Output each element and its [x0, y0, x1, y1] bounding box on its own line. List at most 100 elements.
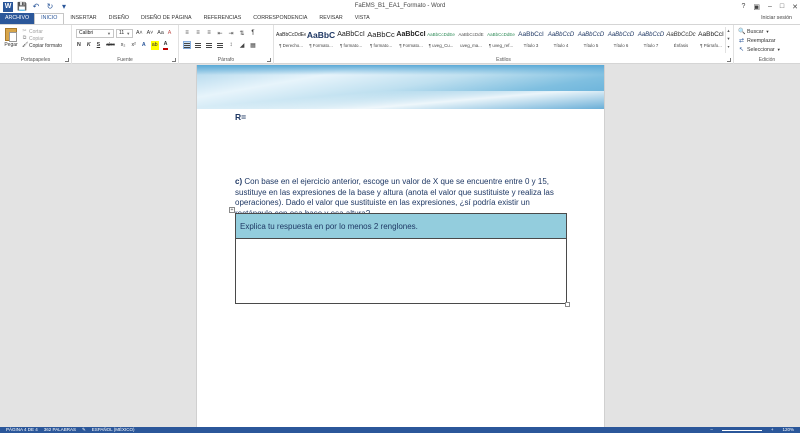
zoom-in-icon[interactable]: + [771, 427, 774, 433]
customize-icon[interactable]: ▾ [59, 2, 69, 12]
style-tile[interactable]: AaBbCcI ¶ Formato... [396, 27, 426, 53]
clear-formatting-button[interactable]: A [167, 29, 173, 38]
underline-button[interactable]: S [96, 41, 102, 50]
style-tile[interactable]: AaBbCcI ¶ Párrafo... [696, 27, 726, 53]
style-name: ¶ uveg_Cu... [428, 43, 454, 48]
quick-access-toolbar: W 💾 ↶ ↻ ▾ [0, 0, 69, 13]
align-left-icon[interactable] [183, 41, 191, 49]
style-sample: AaBbCcDc [666, 32, 696, 38]
style-tile[interactable]: AaBbCcI ¶ formato... [336, 27, 366, 53]
bullets-icon[interactable]: ≡ [183, 29, 191, 37]
borders-icon[interactable]: ▦ [249, 41, 257, 49]
style-tile[interactable]: AaBbCcD Título 6 [606, 27, 636, 53]
signin-link[interactable]: Iniciar sesión [761, 13, 792, 24]
tab-correspondencia[interactable]: CORRESPONDENCIA [247, 13, 313, 24]
zoom-slider[interactable] [721, 429, 762, 431]
minimize-button[interactable]: – [768, 3, 772, 10]
increase-indent-icon[interactable]: ⇥ [227, 29, 235, 37]
proofing-icon[interactable]: ✎ [82, 427, 86, 433]
style-tile[interactable]: AaBbC ¶ Formato... [306, 27, 336, 53]
clipboard-launcher-icon[interactable] [65, 58, 69, 62]
language-indicator[interactable]: ESPAÑOL (MÉXICO) [92, 427, 135, 433]
tab-diseno[interactable]: DISEÑO [103, 13, 135, 24]
tab-archivo[interactable]: ARCHIVO [0, 13, 35, 24]
change-case-button[interactable]: Aa [156, 29, 164, 38]
font-family-select[interactable]: Calibri ▼ [76, 29, 114, 38]
tab-revisar[interactable]: REVISAR [313, 13, 348, 24]
text-effects-button[interactable]: A [141, 41, 147, 50]
zoom-out-icon[interactable]: – [710, 427, 713, 433]
document-workspace[interactable]: R= c) Con base en el ejercicio anterior,… [0, 65, 800, 427]
tab-vista[interactable]: VISTA [349, 13, 376, 24]
table-header-cell[interactable]: Explica tu respuesta en por lo menos 2 r… [236, 214, 566, 239]
show-marks-button[interactable]: ¶ [249, 29, 257, 37]
styles-launcher-icon[interactable] [727, 58, 731, 62]
italic-button[interactable]: K [86, 41, 92, 50]
style-tile[interactable]: AaBbCcDc Énfasis [666, 27, 696, 53]
style-tile[interactable]: AaBbCcD Título 5 [576, 27, 606, 53]
close-button[interactable]: ✕ [792, 3, 798, 11]
style-tile[interactable]: AaBbCcDdEe ¶ Derecho... [276, 27, 306, 53]
redo-icon[interactable]: ↻ [45, 2, 55, 12]
format-painter-button[interactable]: 🖌 Copiar formato [22, 42, 68, 49]
cut-label: Cortar [29, 28, 43, 35]
sort-icon[interactable]: ⇅ [238, 29, 246, 37]
replace-button[interactable]: ⇄ Reemplazar [738, 36, 781, 45]
zoom-level[interactable]: 120% [782, 427, 794, 433]
tab-diseno-de-pagina[interactable]: DISEÑO DE PÁGINA [135, 13, 198, 24]
copy-button[interactable]: ⧉ Copiar [22, 35, 68, 42]
tab-inicio[interactable]: INICIO [34, 13, 65, 24]
grow-font-button[interactable]: A˄ [135, 29, 144, 38]
align-right-icon[interactable] [205, 41, 213, 49]
style-tile[interactable]: AaBbCcDdEe ¶ uveg_ref... [486, 27, 516, 53]
shading-icon[interactable]: ◢ [238, 41, 246, 49]
editing-group: 🔍 Buscar ▼ ⇄ Reemplazar ↖ Seleccionar ▼ … [734, 25, 800, 64]
tab-referencias[interactable]: REFERENCIAS [198, 13, 248, 24]
font-launcher-icon[interactable] [172, 58, 176, 62]
answer-label[interactable]: R= [235, 112, 246, 122]
decrease-indent-icon[interactable]: ⇤ [216, 29, 224, 37]
undo-icon[interactable]: ↶ [31, 2, 41, 12]
superscript-button[interactable]: x² [130, 41, 136, 50]
cut-button[interactable]: ✂ Cortar [22, 28, 68, 35]
line-spacing-icon[interactable]: ↕ [227, 41, 235, 49]
align-center-icon[interactable] [194, 41, 202, 49]
select-button[interactable]: ↖ Seleccionar ▼ [738, 45, 781, 54]
style-sample: AaBbC [306, 30, 336, 40]
styles-gallery-scroll[interactable]: ▲ ▼ ▾ [725, 27, 731, 53]
style-tile[interactable]: AaBbCcD Título 7 [636, 27, 666, 53]
paragraph-launcher-icon[interactable] [267, 58, 271, 62]
justify-icon[interactable] [216, 41, 224, 49]
style-tile[interactable]: AaBbCcDdEe ¶ uveg_Cu... [426, 27, 456, 53]
replace-icon: ⇄ [738, 38, 745, 44]
multilevel-list-icon[interactable]: ≡ [205, 29, 213, 37]
subscript-button[interactable]: x₂ [120, 41, 127, 50]
word-window: W 💾 ↶ ↻ ▾ FaEMS_B1_EA1_Formato - Word ? … [0, 0, 800, 433]
bold-button[interactable]: N [76, 41, 82, 50]
numbering-icon[interactable]: ≡ [194, 29, 202, 37]
help-button[interactable]: ? [741, 3, 745, 10]
save-icon[interactable]: 💾 [17, 2, 27, 12]
font-color-button[interactable]: A [162, 41, 169, 50]
table-resize-handle[interactable] [565, 302, 570, 307]
page-count[interactable]: PÁGINA 4 DE 4 [6, 427, 38, 433]
style-tile[interactable]: AaBbCcI Título 3 [516, 27, 546, 53]
highlight-button[interactable]: ab [150, 41, 159, 50]
document-page[interactable]: R= c) Con base en el ejercicio anterior,… [196, 65, 605, 427]
ribbon-display-button[interactable]: ▣ [753, 3, 760, 11]
tab-insertar[interactable]: INSERTAR [64, 13, 102, 24]
style-tile[interactable]: AaBbCcDdE uveg_ma... [456, 27, 486, 53]
maximize-button[interactable]: □ [780, 3, 784, 10]
strikethrough-button[interactable]: abc [105, 41, 116, 50]
table-answer-cell[interactable] [236, 239, 566, 303]
style-tile[interactable]: AaBbCcD Título 4 [546, 27, 576, 53]
style-sample: AaBbCcI [698, 31, 724, 38]
font-size-select[interactable]: 11 ▼ [116, 29, 133, 38]
word-count[interactable]: 362 PALABRAS [44, 427, 76, 433]
find-button[interactable]: 🔍 Buscar ▼ [738, 27, 781, 36]
shrink-font-button[interactable]: A˅ [146, 29, 155, 38]
paste-button[interactable]: Pegar [3, 28, 19, 54]
word-logo-icon[interactable]: W [3, 1, 13, 12]
answer-table[interactable]: Explica tu respuesta en por lo menos 2 r… [235, 213, 567, 304]
style-tile[interactable]: AaBbCc ¶ formato... [366, 27, 396, 53]
